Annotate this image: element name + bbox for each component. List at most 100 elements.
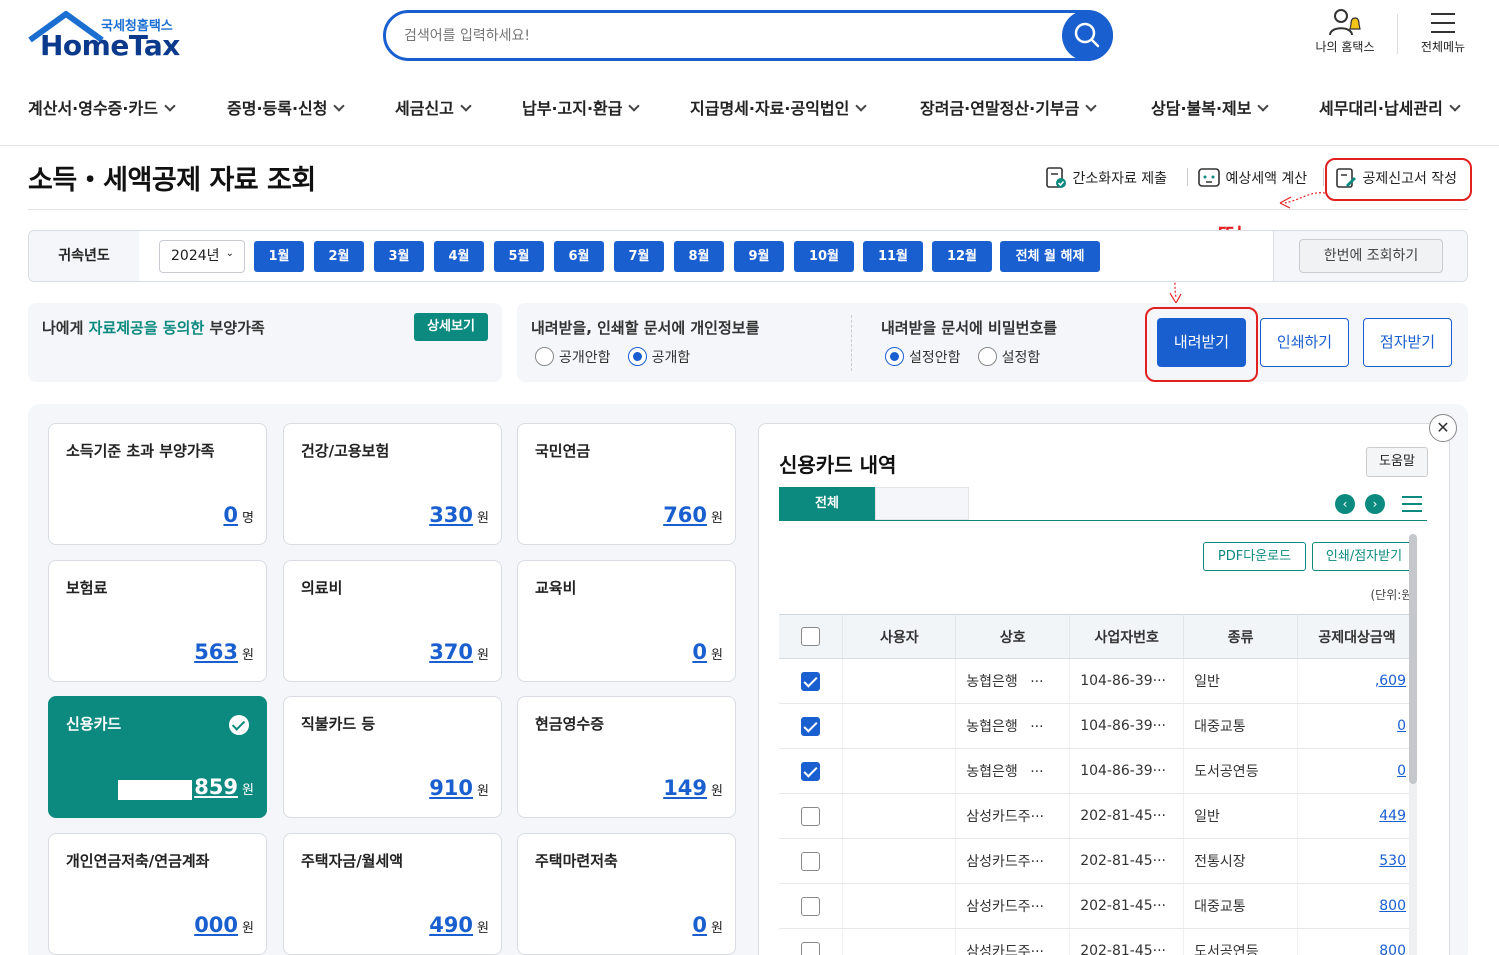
card-amount[interactable]: 490 [429,913,473,937]
card-dependents[interactable]: 소득기준 초과 부양가족 0 명 [48,423,267,545]
card-amount[interactable]: 859 [194,775,238,799]
card-amount[interactable]: 760 [663,503,707,527]
year-value: 2024년 [171,248,220,264]
amount-cell[interactable]: 0 [1297,748,1417,794]
month-button-6[interactable]: 6월 [554,241,604,272]
select-all-checkbox[interactable] [801,627,821,646]
amount-cell[interactable]: 800 [1297,928,1417,955]
amount-cell[interactable]: 800 [1297,883,1417,929]
once-area: 한번에 조회하기 [1273,231,1467,281]
nav-item-payment[interactable]: 납부·고지·환급 [522,95,641,119]
card-amount[interactable]: 0 [692,913,707,937]
card-value: 0명 [223,503,254,527]
download-button[interactable]: 내려받기 [1157,318,1246,367]
search-button[interactable] [1062,10,1113,61]
card-amount[interactable]: 370 [429,640,473,664]
print-button[interactable]: 인쇄하기 [1260,318,1349,367]
card-housing-fund[interactable]: 주택자금/월세액 490 원 [283,833,502,955]
month-button-7[interactable]: 7월 [614,241,664,272]
card-amount[interactable]: 0 [692,640,707,664]
card-debit-card[interactable]: 직불카드 등 910 원 [283,696,502,818]
detail-view-button[interactable]: 상세보기 [414,313,488,341]
close-icon[interactable]: ✕ [1429,414,1457,442]
help-button[interactable]: 도움말 [1366,447,1428,477]
radio-label: 공개안함 [559,349,611,366]
amount-cell[interactable]: 0 [1297,703,1417,749]
print-braille-button[interactable]: 인쇄/점자받기 [1312,542,1416,571]
card-insurance[interactable]: 보험료 563 원 [48,560,267,682]
row-checkbox[interactable] [801,851,821,871]
row-checkbox[interactable] [801,761,821,781]
all-menu-button[interactable]: 전체메뉴 [1410,6,1476,62]
card-amount[interactable]: 000 [194,913,238,937]
prev-arrow-icon[interactable]: ‹ [1335,494,1355,514]
card-amount[interactable]: 149 [663,776,707,800]
nav-item-certificate[interactable]: 증명·등록·신청 [227,95,346,119]
nav-item-tax-report[interactable]: 세금신고 [395,95,472,119]
amount-cell[interactable]: 530 [1297,838,1417,884]
month-button-3[interactable]: 3월 [374,241,424,272]
row-checkbox[interactable] [801,806,821,826]
my-hometax-button[interactable]: 나의 홈택스 [1303,6,1387,62]
next-arrow-icon[interactable]: › [1365,494,1385,514]
deduction-form-link[interactable]: 공제신고서 작성 [1334,166,1457,190]
nav-label: 세무대리·납세관리 [1319,99,1443,118]
month-button-11[interactable]: 11월 [863,241,923,272]
table-row: 삼성카드주··· 202-81-45··· 도서공연등 800 [779,928,1417,955]
row-checkbox[interactable] [801,896,821,916]
row-checkbox[interactable] [801,671,821,691]
month-button-12[interactable]: 12월 [932,241,992,272]
amount-cell[interactable]: ,609 [1297,658,1417,704]
merchant-cell: 농협은행 ··· [955,703,1071,749]
nav-item-statement[interactable]: 지급명세·자료·공익법인 [690,95,868,119]
card-amount[interactable]: 563 [194,640,238,664]
card-medical[interactable]: 의료비 370 원 [283,560,502,682]
merchant-cell: 삼성카드주··· [955,883,1071,929]
month-button-4[interactable]: 4월 [434,241,484,272]
month-button-1[interactable]: 1월 [254,241,304,272]
clear-months-button[interactable]: 전체 월 해제 [1000,241,1100,272]
card-education[interactable]: 교육비 0 원 [517,560,736,682]
scrollbar-thumb[interactable] [1409,534,1417,784]
search-all-button[interactable]: 한번에 조회하기 [1299,239,1443,273]
link-label: 공제신고서 작성 [1362,171,1458,187]
password-on-radio[interactable] [977,347,997,366]
nav-item-agent[interactable]: 세무대리·납세관리 [1319,95,1461,119]
nav-item-invoice[interactable]: 계산서·영수증·카드 [28,95,176,119]
card-personal-pension[interactable]: 개인연금저축/연금계좌 000 원 [48,833,267,955]
month-button-10[interactable]: 10월 [794,241,854,272]
password-off-radio[interactable] [885,347,904,366]
row-checkbox[interactable] [801,716,821,736]
list-menu-icon[interactable] [1401,494,1423,514]
card-pension[interactable]: 국민연금 760 원 [517,423,736,545]
card-amount[interactable]: 330 [429,503,473,527]
row-checkbox[interactable] [801,941,821,955]
card-cash-receipt[interactable]: 현금영수증 149 원 [517,696,736,818]
more-icon[interactable]: ··· [1030,764,1043,780]
privacy-hide-radio[interactable] [535,347,554,366]
simplified-submit-link[interactable]: 간소화자료 제출 [1044,166,1167,190]
scrollbar-track[interactable] [1409,534,1417,955]
card-amount[interactable]: 0 [223,503,238,527]
card-housing-savings[interactable]: 주택마련저축 0 원 [517,833,736,955]
search-input[interactable] [404,25,1044,47]
month-button-5[interactable]: 5월 [494,241,544,272]
month-button-9[interactable]: 9월 [734,241,784,272]
card-amount[interactable]: 910 [429,776,473,800]
nav-item-consult[interactable]: 상담·불복·제보 [1151,95,1270,119]
pdf-download-button[interactable]: PDF다운로드 [1203,542,1306,571]
user-cell [842,748,957,794]
nav-item-year-end[interactable]: 장려금·연말정산·기부금 [920,95,1098,119]
card-credit-card[interactable]: 신용카드 859 원 [48,696,267,818]
tab-all[interactable]: 전체 [779,487,875,520]
month-button-8[interactable]: 8월 [674,241,724,272]
month-button-2[interactable]: 2월 [314,241,364,272]
amount-cell[interactable]: 449 [1297,793,1417,839]
more-icon[interactable]: ··· [1030,674,1043,690]
more-icon[interactable]: ··· [1030,719,1043,735]
tab-card-company[interactable] [875,487,969,520]
year-select[interactable]: 2024년 ⌄ [159,240,245,273]
privacy-show-radio[interactable] [627,347,647,366]
braille-button[interactable]: 점자받기 [1363,318,1452,367]
card-health-insurance[interactable]: 건강/고용보험 330 원 [283,423,502,545]
